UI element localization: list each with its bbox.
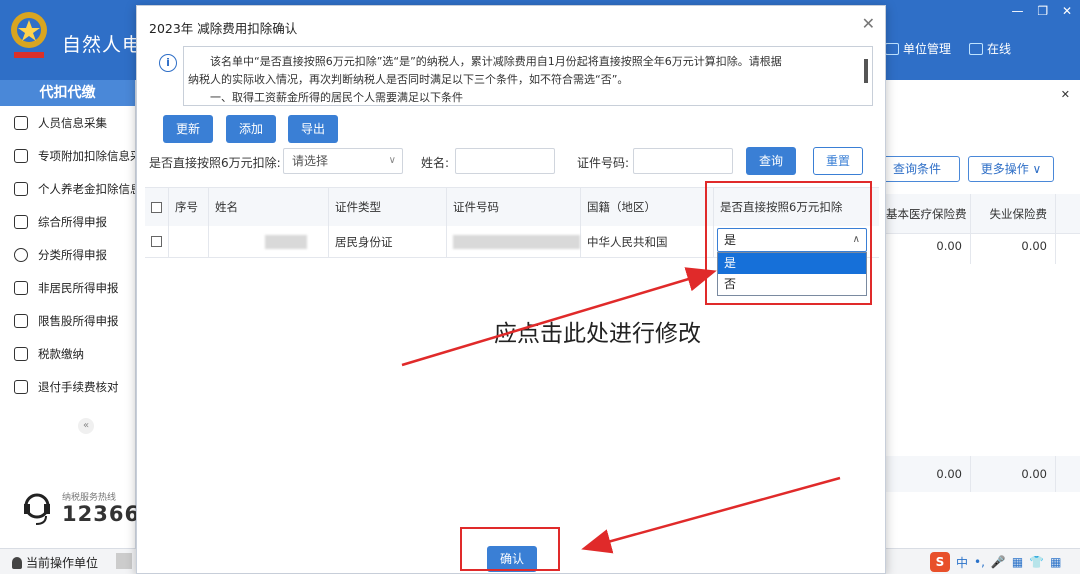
highlight-confirm-button [460,527,560,571]
tax-emblem-logo [11,12,47,58]
export-button[interactable]: 导出 [288,115,338,143]
add-button[interactable]: 添加 [226,115,276,143]
scrollbar-thumb[interactable] [864,59,868,83]
annotation-text: 应点击此处进行修改 [494,321,701,347]
redacted-id-number [453,234,580,249]
notice-box: 该名单中“是否直接按照6万元扣除”选“是”的纳税人，累计减除费用自1月份起将直接… [183,46,873,106]
sidebar-item-personnel-info[interactable]: 人员信息采集 [0,106,135,139]
id-number-filter-input[interactable] [633,148,733,174]
query-conditions-button[interactable]: 查询条件 [874,156,960,182]
sidebar: 代扣代缴 人员信息采集 专项附加扣除信息采 个人养老金扣除信息 综合所得申报 分… [0,80,136,548]
close-window-icon[interactable]: ✕ [1062,4,1072,18]
chevron-down-icon: ∨ [388,155,396,166]
table-cell: 0.00 [971,456,1056,492]
notice-scrollbar[interactable] [862,49,870,103]
list-icon [14,148,28,163]
reset-button[interactable]: 重置 [813,147,863,175]
table-row: 0.00 0.00 [886,228,1080,264]
id-type-cell: 居民身份证 [329,226,447,257]
sidebar-item-nonresident-income[interactable]: 非居民所得申报 [0,271,135,304]
background-panel: ✕ 查询条件 更多操作 ∨ 基本医疗保险费 失业保险费 0.00 0.00 0.… [874,80,1080,548]
user-icon [14,280,28,295]
skin-icon[interactable]: 👕 [1029,555,1044,569]
name-filter-input[interactable] [455,148,555,174]
layers-icon [14,214,28,229]
minimize-icon[interactable]: — [1012,4,1024,18]
notice-text: 一、取得工资薪金所得的居民个人需要满足以下条件 [210,91,463,104]
column-header: 序号 [169,188,209,226]
keyboard-icon[interactable]: ▦ [1012,555,1023,569]
column-header: 国籍（地区） [581,188,714,226]
hotline-number: 12366 [62,502,141,526]
seq-cell [169,226,209,257]
ime-chinese-icon[interactable]: 中 [956,554,968,571]
unit-management-link[interactable]: 单位管理 [885,40,951,57]
column-header: 证件类型 [329,188,447,226]
query-button[interactable]: 查询 [746,147,796,175]
header-actions: 单位管理 在线 [885,40,1011,57]
select-all-checkbox-cell[interactable] [145,188,169,226]
table-cell: 0.00 [971,228,1056,264]
sidebar-item-special-deduction[interactable]: 专项附加扣除信息采 [0,139,135,172]
redacted-name [265,234,307,249]
more-actions-button[interactable]: 更多操作 ∨ [968,156,1054,182]
sogou-ime-icon[interactable]: S [930,552,950,572]
ime-tray: S 中 •, 🎤 ▦ 👕 ▦ [930,552,1062,572]
notice-text: 该名单中“是否直接按照6万元扣除”选“是”的纳税人，累计减除费用自1月份起将直接… [210,55,782,68]
nationality-cell: 中华人民共和国 [581,226,714,257]
person-icon [14,115,28,130]
sidebar-item-pension-deduction[interactable]: 个人养老金扣除信息 [0,172,135,205]
id-number-cell [447,226,581,257]
select-all-checkbox[interactable] [151,201,162,213]
ime-punctuation-icon[interactable]: •, [974,555,985,569]
id-number-filter-label: 证件号码: [577,156,630,170]
table-cell: 0.00 [886,456,971,492]
sidebar-item-restricted-shares[interactable]: 限售股所得申报 [0,304,135,337]
unit-indicator [116,553,132,569]
restore-icon[interactable]: ❐ [1037,4,1048,18]
row-checkbox-cell[interactable] [145,226,169,257]
sidebar-item-classified-income[interactable]: 分类所得申报 [0,238,135,271]
panel-close-icon[interactable]: ✕ [1061,88,1070,101]
headset-icon [24,493,50,525]
sidebar-collapse-button[interactable]: « [78,418,94,434]
document-icon [14,181,28,196]
person-icon [12,556,22,569]
window-controls: — ❐ ✕ [1002,4,1072,18]
row-checkbox[interactable] [151,236,162,247]
name-filter-label: 姓名: [421,156,450,170]
online-status[interactable]: 在线 [969,40,1011,57]
name-cell [209,226,329,257]
info-icon: i [159,54,177,72]
microphone-icon[interactable]: 🎤 [991,555,1006,569]
total-row: 0.00 0.00 [886,456,1080,492]
direct-deduction-filter-label: 是否直接按照6万元扣除: [149,156,281,170]
clock-icon [14,247,28,262]
dialog-title: 2023年 减除费用扣除确认 [149,21,298,36]
notice-text: 纳税人的实际收入情况，再次判断纳税人是否同时满足以下三个条件，如不符合需选“否”… [188,73,629,86]
refresh-button[interactable]: 更新 [163,115,213,143]
sidebar-item-comprehensive-income[interactable]: 综合所得申报 [0,205,135,238]
current-unit: 当前操作单位 [12,554,98,571]
column-header: 证件号码 [447,188,581,226]
sidebar-title: 代扣代缴 [0,80,135,106]
dialog-close-icon[interactable]: ✕ [862,14,875,33]
sidebar-item-fee-refund-check[interactable]: 退付手续费核对 [0,370,135,403]
toolbox-icon[interactable]: ▦ [1050,555,1061,569]
sidebar-item-tax-payment[interactable]: 税款缴纳 [0,337,135,370]
direct-deduction-filter-select[interactable]: 请选择 ∨ [283,148,403,174]
folder-icon [14,346,28,361]
monitor-icon [969,42,984,55]
bar-chart-icon [14,313,28,328]
highlight-direct-deduction-column [705,181,872,305]
table-cell: 0.00 [886,228,971,264]
column-header: 姓名 [209,188,329,226]
building-icon [885,42,899,55]
file-icon [14,379,28,394]
